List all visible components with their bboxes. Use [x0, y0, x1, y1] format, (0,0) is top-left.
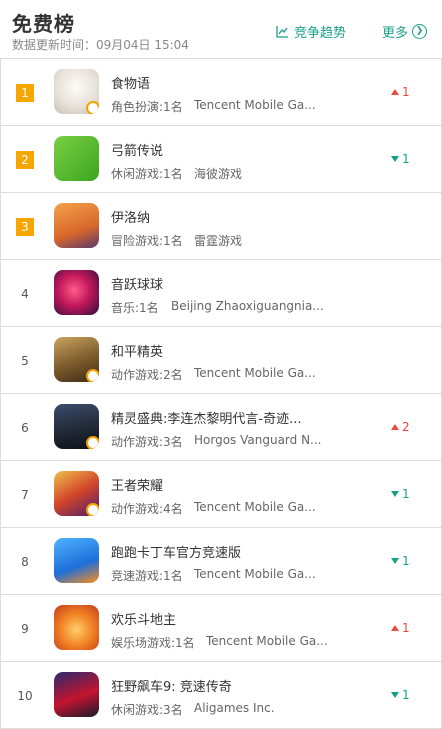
asphalt9-icon[interactable]: [54, 672, 99, 717]
rank-number: 2: [16, 151, 34, 169]
app-name[interactable]: 音跃球球: [111, 274, 163, 293]
ranking-row[interactable]: 8 跑跑卡丁车官方竞速版竞速游戏:1名 Tencent Mobile Ga... 1: [1, 528, 441, 595]
arrow-up-icon: [391, 424, 399, 430]
ranking-row[interactable]: 7 王者荣耀动作游戏:4名 Tencent Mobile Ga... 1: [1, 461, 441, 528]
app-developer: Tencent Mobile Ga...: [194, 366, 316, 380]
competition-trend-link[interactable]: 竞争趋势: [276, 22, 346, 41]
arrow-down-icon: [391, 558, 399, 564]
app-developer: Aligames Inc.: [194, 701, 275, 715]
app-category-rank: 动作游戏:4名: [111, 502, 183, 516]
peace-elite-icon[interactable]: [54, 337, 99, 382]
app-developer: Horgos Vanguard N...: [194, 433, 322, 447]
rank-change-value: 1: [402, 688, 410, 702]
rank-number: 9: [21, 622, 29, 636]
app-name[interactable]: 伊洛纳: [111, 207, 150, 226]
food-fantasy-icon[interactable]: [54, 69, 99, 114]
rank-change: 2: [391, 420, 410, 434]
app-category-rank: 休闲游戏:3名: [111, 703, 183, 717]
arrow-down-icon: [391, 692, 399, 698]
rank-number: 1: [16, 84, 34, 102]
rank-change: 1: [391, 85, 410, 99]
app-name[interactable]: 食物语: [111, 73, 150, 92]
chevron-right-icon: ❯: [412, 24, 428, 39]
app-category-rank: 音乐:1名: [111, 301, 159, 315]
happy-landlord-icon[interactable]: [54, 605, 99, 650]
more-label: 更多: [382, 26, 409, 41]
tencent-badge-icon: [86, 369, 99, 382]
app-developer: 海彼游戏: [194, 167, 243, 181]
arrow-down-icon: [391, 491, 399, 497]
ranking-row[interactable]: 4 音跃球球音乐:1名 Beijing Zhaoxiguangnia...: [1, 260, 441, 327]
panel-header: 免费榜 数据更新时间：09月04日 15:04 竞争趋势 更多 ❯: [0, 0, 442, 58]
arrow-up-icon: [391, 625, 399, 631]
archero-icon[interactable]: [54, 136, 99, 181]
app-category-rank: 娱乐场游戏:1名: [111, 636, 195, 650]
app-category-rank: 动作游戏:2名: [111, 368, 183, 382]
rank-number: 4: [21, 287, 29, 301]
rank-change-value: 2: [402, 420, 410, 434]
app-category-rank: 冒险游戏:1名: [111, 234, 183, 248]
ranking-row[interactable]: 9 欢乐斗地主娱乐场游戏:1名 Tencent Mobile Ga... 1: [1, 595, 441, 662]
rank-number: 8: [21, 555, 29, 569]
ranking-row[interactable]: 5 和平精英动作游戏:2名 Tencent Mobile Ga...: [1, 327, 441, 394]
rank-change-value: 1: [402, 487, 410, 501]
arrow-down-icon: [391, 156, 399, 162]
app-name[interactable]: 欢乐斗地主: [111, 609, 176, 628]
update-time: 数据更新时间：09月04日 15:04: [12, 38, 189, 52]
app-developer: Tencent Mobile Ga...: [206, 634, 328, 648]
app-name[interactable]: 跑跑卡丁车官方竞速版: [111, 542, 241, 561]
rank-change: 1: [391, 152, 410, 166]
app-name[interactable]: 王者荣耀: [111, 475, 163, 494]
app-name[interactable]: 和平精英: [111, 341, 163, 360]
rank-number: 3: [16, 218, 34, 236]
rank-change: 1: [391, 688, 410, 702]
ranking-row[interactable]: 2 弓箭传说休闲游戏:1名 海彼游戏 1: [1, 126, 441, 193]
ranking-row[interactable]: 10 狂野飙车9: 竞速传奇休闲游戏:3名 Aligames Inc. 1: [1, 662, 441, 729]
ranking-list: 1 食物语角色扮演:1名 Tencent Mobile Ga... 1 2 弓箭传说休闲游…: [0, 58, 442, 729]
app-developer: Tencent Mobile Ga...: [194, 567, 316, 581]
rank-change-value: 1: [402, 152, 410, 166]
tencent-badge-icon: [86, 101, 99, 114]
app-category-rank: 休闲游戏:1名: [111, 167, 183, 181]
rank-number: 10: [17, 689, 33, 703]
ranking-row[interactable]: 1 食物语角色扮演:1名 Tencent Mobile Ga... 1: [1, 59, 441, 126]
more-link[interactable]: 更多 ❯: [382, 22, 428, 41]
ranking-row[interactable]: 3 伊洛纳冒险游戏:1名 雷霆游戏: [1, 193, 441, 260]
tencent-badge-icon: [86, 503, 99, 516]
music-ball-icon[interactable]: [54, 270, 99, 315]
rank-change-value: 1: [402, 554, 410, 568]
app-developer: Tencent Mobile Ga...: [194, 98, 316, 112]
trend-label: 竞争趋势: [294, 26, 347, 41]
app-category-rank: 角色扮演:1名: [111, 100, 183, 114]
app-name[interactable]: 精灵盛典:李连杰黎明代言-奇迹...: [111, 408, 301, 427]
app-name[interactable]: 弓箭传说: [111, 140, 163, 159]
tencent-badge-icon: [86, 436, 99, 449]
rank-number: 6: [21, 421, 29, 435]
app-developer: Tencent Mobile Ga...: [194, 500, 316, 514]
arrow-up-icon: [391, 89, 399, 95]
rank-change-value: 1: [402, 85, 410, 99]
rank-number: 7: [21, 488, 29, 502]
app-category-rank: 竞速游戏:1名: [111, 569, 183, 583]
line-chart-icon: [276, 26, 288, 38]
ranking-row[interactable]: 6 精灵盛典:李连杰黎明代言-奇迹... 动作游戏:3名 Horgos Vanguar…: [1, 394, 441, 461]
elf-ceremony-icon[interactable]: [54, 404, 99, 449]
page-title: 免费榜: [12, 12, 75, 36]
honor-of-kings-icon[interactable]: [54, 471, 99, 516]
rank-change: 1: [391, 487, 410, 501]
app-category-rank: 动作游戏:3名: [111, 435, 183, 449]
kartrider-icon[interactable]: [54, 538, 99, 583]
app-name[interactable]: 狂野飙车9: 竞速传奇: [111, 676, 232, 695]
app-developer: Beijing Zhaoxiguangnia...: [171, 299, 324, 313]
app-developer: 雷霆游戏: [194, 234, 243, 248]
rank-number: 5: [21, 354, 29, 368]
elona-icon[interactable]: [54, 203, 99, 248]
rank-change: 1: [391, 621, 410, 635]
free-chart-panel: 免费榜 数据更新时间：09月04日 15:04 竞争趋势 更多 ❯ 1 食物语角色…: [0, 0, 442, 729]
rank-change: 1: [391, 554, 410, 568]
rank-change-value: 1: [402, 621, 410, 635]
